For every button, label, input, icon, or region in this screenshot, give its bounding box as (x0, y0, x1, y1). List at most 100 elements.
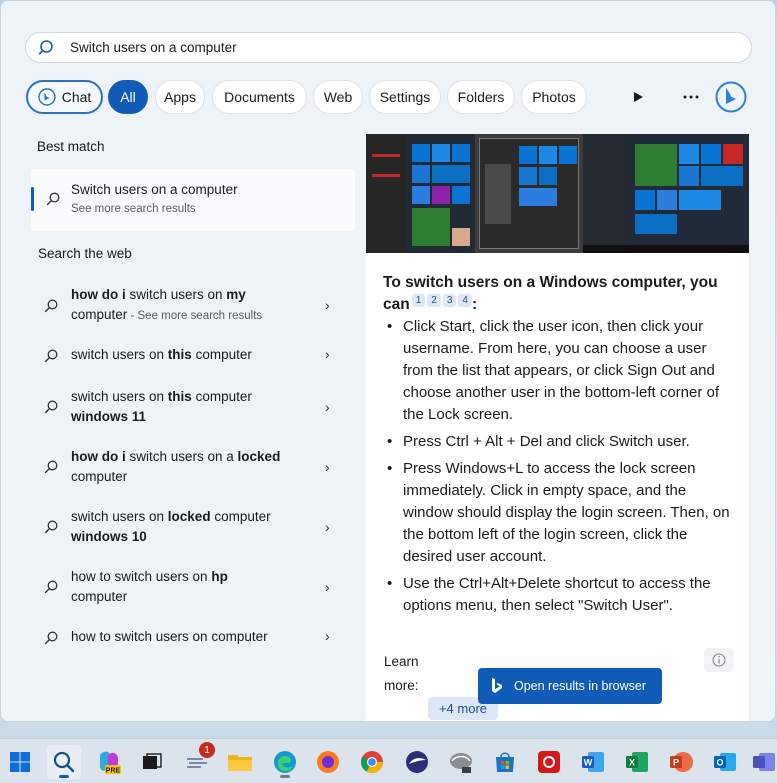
task-view-button[interactable] (135, 745, 169, 779)
outlook-button[interactable]: O (708, 745, 742, 779)
filter-settings[interactable]: Settings (369, 80, 441, 114)
web-result-sub-1: - See more search results (127, 310, 263, 322)
chrome-button[interactable] (355, 745, 389, 779)
chevron-right-icon: › (325, 459, 330, 475)
active-indicator (59, 775, 69, 778)
filter-photos-label: Photos (532, 89, 576, 105)
chat-button[interactable]: Chat (26, 80, 103, 114)
web-result-text: switch users on this computer (71, 345, 321, 365)
eclipse-button[interactable] (400, 745, 434, 779)
notification-badge: 1 (199, 742, 215, 758)
web-result-1[interactable]: how do i switch users on my computer - Se… (25, 285, 357, 329)
bing-chat-icon (38, 88, 56, 106)
taskbar-search-button[interactable] (47, 745, 81, 779)
copilot-pre-icon: PRE (99, 751, 121, 775)
best-match-item[interactable]: Switch users on a computer See more sear… (31, 169, 355, 231)
answer-heading: To switch users on a Windows computer, y… (383, 274, 718, 313)
citation-1[interactable]: 1 (411, 294, 426, 307)
web-result-bold-5b: windows 10 (71, 529, 147, 544)
filter-folders[interactable]: Folders (447, 80, 515, 114)
answer-bullet-3: Press Windows+L to access the lock scree… (383, 458, 733, 568)
filter-folders-label: Folders (457, 89, 505, 105)
cloud-icon (450, 753, 472, 773)
filter-apps[interactable]: Apps (155, 80, 205, 114)
file-explorer-button[interactable] (223, 745, 257, 779)
filter-apps-label: Apps (164, 89, 196, 105)
best-match-heading: Best match (37, 139, 105, 154)
image-strip[interactable] (366, 134, 749, 253)
powerpoint-button[interactable]: P (664, 745, 698, 779)
search-input[interactable] (70, 40, 670, 55)
web-result-bold-4: how do i (71, 449, 126, 464)
search-box[interactable] (25, 32, 752, 63)
widgets-button[interactable]: 1 (180, 742, 215, 779)
web-result-text-2: switch users on (71, 347, 168, 362)
copilot-pre-button[interactable]: PRE (92, 745, 126, 779)
svg-text:PRE: PRE (106, 768, 121, 775)
web-result-text-4b: computer (71, 469, 128, 484)
web-result-3[interactable]: switch users on this computer windows 11 … (25, 387, 357, 431)
search-icon (44, 631, 58, 645)
citation-2[interactable]: 2 (427, 294, 441, 307)
search-icon (44, 460, 58, 474)
web-result-6[interactable]: how to switch users on hp computer › (25, 567, 357, 611)
bing-button[interactable] (713, 79, 749, 115)
svg-text:W: W (584, 758, 593, 768)
filter-web[interactable]: Web (313, 80, 363, 114)
store-button[interactable] (488, 745, 522, 779)
edge-icon (274, 751, 296, 773)
edge-button[interactable] (268, 745, 302, 779)
web-result-text-1: switch users on (125, 287, 227, 302)
word-button[interactable]: W (576, 745, 610, 779)
svg-text:X: X (629, 758, 635, 768)
cloud-app-button[interactable] (444, 745, 478, 779)
web-result-7[interactable]: how to switch users on computer › (25, 627, 357, 649)
search-icon (44, 580, 58, 594)
web-result-bold-6: hp (211, 569, 228, 584)
answer-bullet-1: Click Start, click the user icon, then c… (383, 316, 733, 426)
web-result-bold-5: locked (167, 509, 211, 524)
filter-all[interactable]: All (108, 80, 148, 114)
web-result-text-6: how to switch users on (71, 569, 212, 584)
web-result-5[interactable]: switch users on locked computer windows 1… (25, 507, 357, 551)
start-menu-image-1[interactable] (366, 134, 475, 253)
start-menu-image-2[interactable] (475, 134, 583, 253)
outlook-icon: O (714, 753, 736, 771)
web-result-text-6b: computer (71, 589, 128, 604)
citation-3[interactable]: 3 (442, 294, 457, 307)
info-button[interactable] (704, 648, 734, 672)
web-result-2[interactable]: switch users on this computer › (25, 345, 357, 367)
ellipsis-icon (683, 95, 699, 99)
info-icon (712, 653, 726, 667)
teams-button[interactable] (750, 745, 777, 779)
more-options-button[interactable] (676, 82, 706, 112)
filter-bar: Chat All Apps Documents Web Settings Fol… (25, 80, 755, 114)
web-result-text: how to switch users on computer (71, 627, 321, 647)
web-result-text-1b: computer (71, 307, 128, 322)
web-result-bold-2: this (167, 347, 192, 362)
start-button[interactable] (3, 745, 37, 779)
start-menu-image-3[interactable] (583, 134, 749, 253)
acrobat-button[interactable] (532, 745, 566, 779)
web-result-text-7: how to switch users on computer (71, 629, 268, 644)
acrobat-icon (538, 751, 560, 773)
open-results-in-browser-button[interactable]: Open results in browser (478, 668, 662, 704)
search-flyout: Chat All Apps Documents Web Settings Fol… (0, 0, 776, 722)
web-result-bold-1: how do i (71, 287, 126, 302)
citation-4[interactable]: 4 (458, 294, 472, 307)
excel-button[interactable]: X (620, 745, 654, 779)
filter-all-label: All (120, 89, 136, 105)
web-result-bold-4b: locked (237, 449, 281, 464)
answer-bullet-2: Press Ctrl + Alt + Del and click Switch … (383, 431, 733, 453)
firefox-button[interactable] (311, 745, 345, 779)
chevron-right-icon: › (325, 399, 330, 415)
more-filters-play-button[interactable] (623, 82, 653, 112)
powerpoint-icon: P (670, 752, 693, 772)
answer-bullets: Click Start, click the user icon, then c… (383, 316, 733, 622)
web-result-4[interactable]: how do i switch users on a locked compute… (25, 447, 357, 491)
bing-icon (492, 678, 502, 693)
filter-photos[interactable]: Photos (521, 80, 587, 114)
web-result-text-3: switch users on (71, 389, 168, 404)
best-match-subtitle: See more search results (71, 203, 196, 215)
filter-documents[interactable]: Documents (212, 80, 307, 114)
